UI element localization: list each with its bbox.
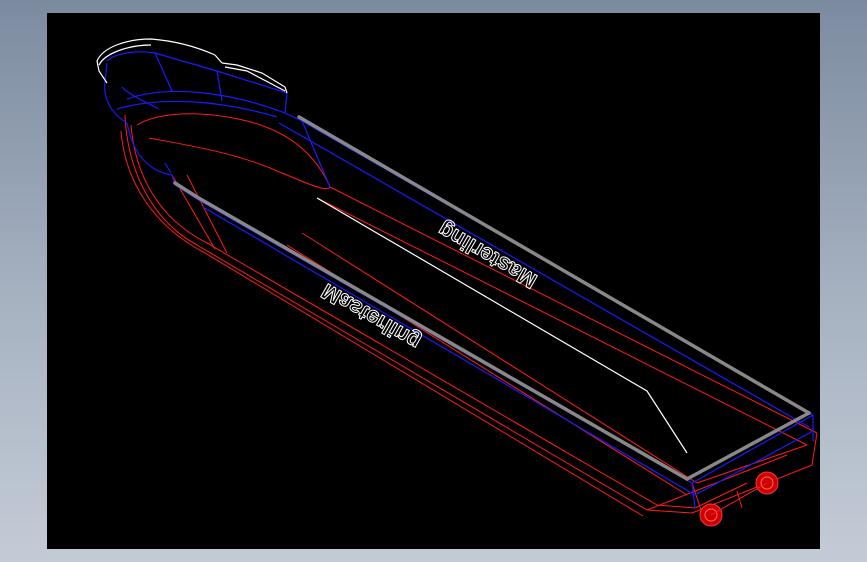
hull-blue-lines (104, 51, 814, 509)
starboard-name-text: Masterling (433, 217, 541, 294)
roller-axle (710, 482, 768, 516)
hull-red-lines (120, 113, 818, 517)
boat-wireframe-model: Masterling Masterling (96, 38, 818, 527)
starboard-name-label: Masterling (433, 217, 542, 295)
deck-edge (173, 115, 811, 481)
cad-viewport[interactable]: Masterling Masterling (47, 13, 820, 549)
stern-rollers (699, 471, 779, 527)
